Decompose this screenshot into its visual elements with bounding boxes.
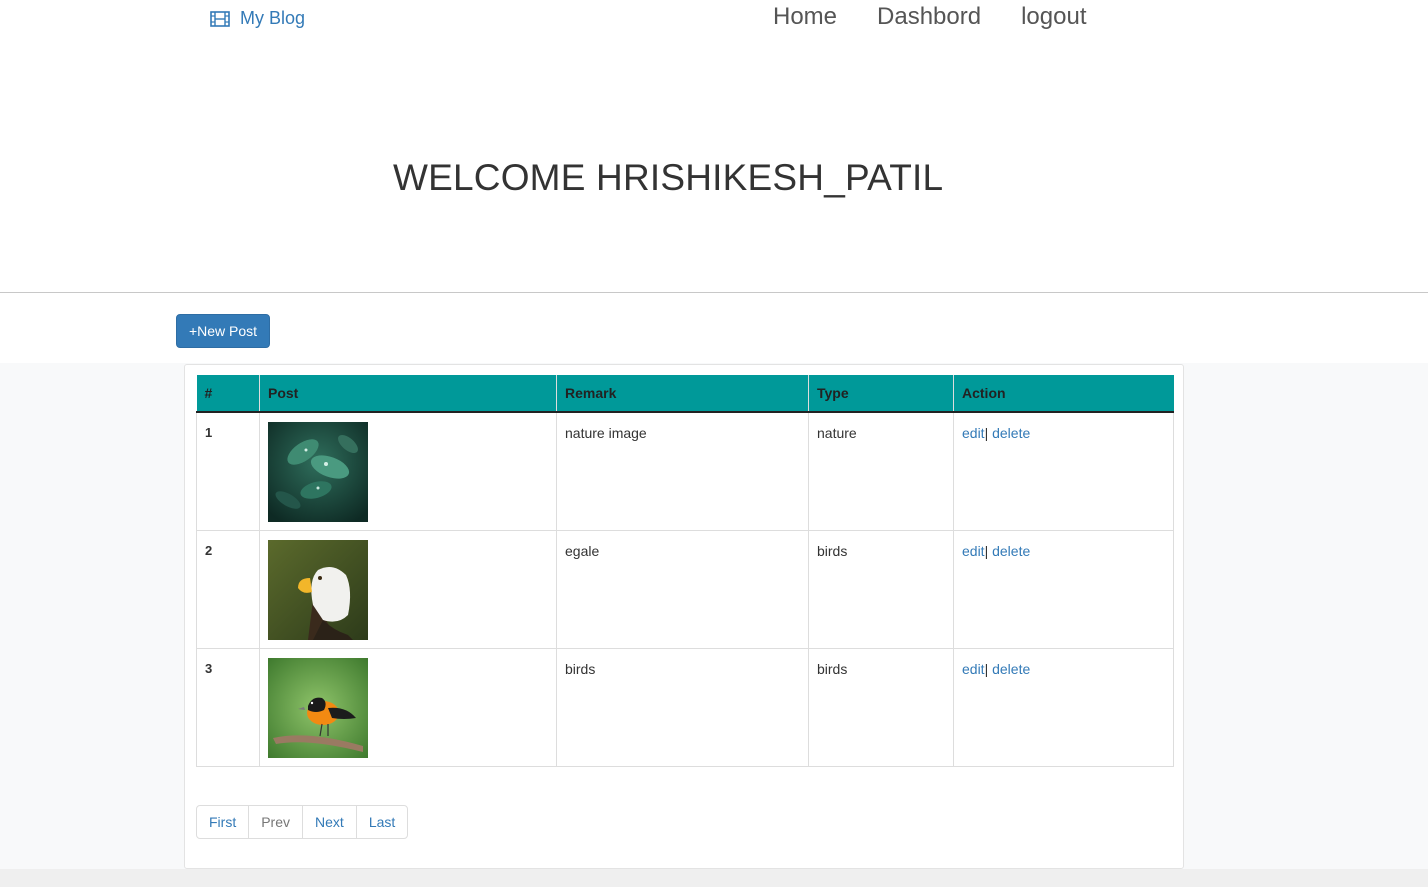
brand-label: My Blog (240, 8, 306, 28)
type-cell: birds (808, 648, 954, 767)
delete-link[interactable]: delete (992, 425, 1030, 441)
footer-strip (0, 869, 1428, 887)
remark-cell: egale (556, 530, 809, 649)
nav-dashboard[interactable]: Dashbord (877, 3, 981, 31)
divider (0, 292, 1428, 293)
table-row: 3 birds birds edit| delete (196, 648, 1174, 767)
leaves-photo[interactable] (268, 422, 368, 522)
table-row: 2 egale birds edit| delete (196, 530, 1174, 649)
delete-link[interactable]: delete (992, 543, 1030, 559)
row-number: 1 (196, 411, 260, 531)
row-number: 3 (196, 648, 260, 767)
delete-link[interactable]: delete (992, 661, 1030, 677)
edit-link[interactable]: edit (962, 661, 985, 677)
col-remark: Remark (556, 375, 809, 413)
row-number: 2 (196, 530, 260, 649)
page-next[interactable]: Next (302, 805, 357, 839)
eagle-photo[interactable] (268, 540, 368, 640)
action-separator: | (984, 425, 989, 441)
welcome-heading: WELCOME HRISHIKESH_PATIL (393, 157, 944, 198)
col-post: Post (259, 375, 557, 413)
table-header-row: # Post Remark Type Action (196, 375, 1174, 413)
action-cell: edit| delete (953, 411, 1174, 531)
navbar: My Blog Home Dashbord logout (0, 0, 1428, 40)
col-action: Action (953, 375, 1174, 413)
page-prev[interactable]: Prev (248, 805, 304, 839)
nav-links: Home Dashbord logout (773, 3, 1086, 31)
posts-table: # Post Remark Type Action 1 nature image… (196, 375, 1174, 767)
action-separator: | (984, 661, 989, 677)
page-first[interactable]: First (196, 805, 250, 839)
page-last[interactable]: Last (355, 805, 409, 839)
new-post-button[interactable]: +New Post (176, 314, 270, 348)
post-cell (259, 411, 557, 531)
col-type: Type (808, 375, 954, 413)
type-cell: nature (808, 411, 954, 531)
pagination: First Prev Next Last (196, 805, 409, 839)
edit-link[interactable]: edit (962, 425, 985, 441)
action-cell: edit| delete (953, 530, 1174, 649)
posts-panel: # Post Remark Type Action 1 nature image… (184, 364, 1184, 869)
oriole-photo[interactable] (268, 658, 368, 758)
post-cell (259, 648, 557, 767)
type-cell: birds (808, 530, 954, 649)
edit-link[interactable]: edit (962, 543, 985, 559)
post-cell (259, 530, 557, 649)
action-separator: | (984, 543, 989, 559)
action-cell: edit| delete (953, 648, 1174, 767)
col-number: # (196, 375, 260, 413)
brand-link[interactable]: My Blog (210, 8, 305, 29)
nav-home[interactable]: Home (773, 3, 837, 31)
film-icon (210, 10, 230, 27)
remark-cell: birds (556, 648, 809, 767)
remark-cell: nature image (556, 411, 809, 531)
nav-logout[interactable]: logout (1021, 3, 1086, 31)
table-row: 1 nature image nature edit| delete (196, 411, 1174, 531)
